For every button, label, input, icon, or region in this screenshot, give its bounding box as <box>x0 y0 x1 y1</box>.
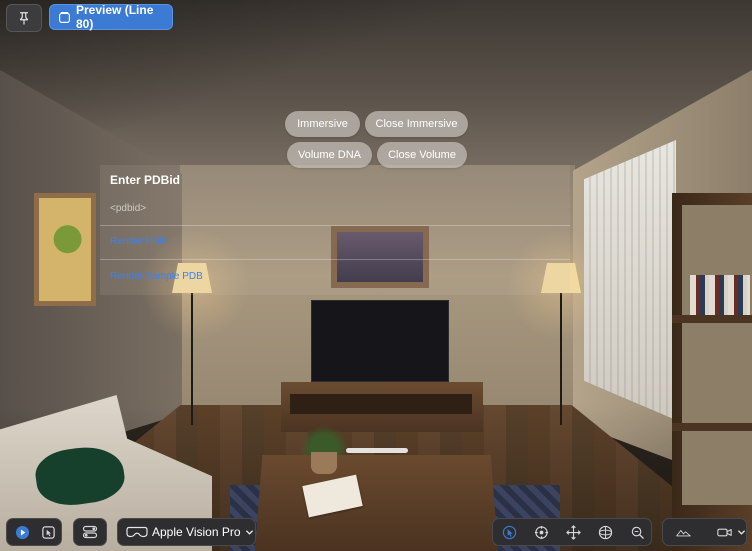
render-sample-pdb-button[interactable]: Render Sample PDB <box>110 271 203 282</box>
floor-lamp-left-pole <box>191 293 193 425</box>
move-arrows-icon <box>565 524 581 540</box>
selectable-mode-button[interactable] <box>35 520 61 544</box>
mountains-icon <box>675 529 691 536</box>
coffee-table <box>255 455 498 551</box>
orbit-globe-icon <box>598 525 612 539</box>
pin-button[interactable] <box>6 4 42 32</box>
plant-pot <box>311 452 337 474</box>
toggle-switches-icon <box>82 525 98 539</box>
preview-label: Preview (Line 80) <box>76 3 154 31</box>
select-pointer-icon <box>41 525 55 539</box>
divider <box>100 225 570 226</box>
close-immersive-button[interactable]: Close Immersive <box>365 111 468 137</box>
hand-pointer-icon <box>502 525 516 539</box>
video-camera-icon <box>716 528 732 536</box>
camera-button[interactable] <box>711 520 737 544</box>
pin-icon <box>19 12 29 25</box>
run-mode-group <box>6 518 62 546</box>
close-volume-label: Close Volume <box>388 149 456 161</box>
pdb-panel-title: Enter PDBid <box>110 173 181 187</box>
play-circle-icon <box>15 525 29 539</box>
close-immersive-label: Close Immersive <box>375 118 458 130</box>
device-label: Apple Vision Pro <box>152 525 241 539</box>
preview-button[interactable]: Preview (Line 80) <box>49 3 173 31</box>
television <box>312 301 448 381</box>
bookshelf-back <box>682 205 752 505</box>
tap-tool-button[interactable] <box>528 520 554 544</box>
curtain <box>584 140 676 420</box>
bookshelf-board <box>672 423 752 431</box>
tv-stand-shelf <box>290 394 472 414</box>
magnifier-zoom-icon <box>631 526 644 539</box>
volume-dna-label: Volume DNA <box>298 149 361 161</box>
device-selector[interactable]: Apple Vision Pro <box>117 518 256 546</box>
variants-button[interactable] <box>73 518 107 546</box>
move-tool-button[interactable] <box>560 520 586 544</box>
bookshelf-board <box>672 315 752 323</box>
orbit-tool-button[interactable] <box>592 520 618 544</box>
live-mode-button[interactable] <box>9 520 35 544</box>
floor-lamp-right-pole <box>560 293 562 425</box>
plant <box>300 425 348 455</box>
plant-artwork <box>39 198 91 301</box>
render-pdb-button[interactable]: Render PDB <box>110 236 166 247</box>
immersive-button[interactable]: Immersive <box>285 111 360 137</box>
divider <box>100 259 570 260</box>
chevron-down-icon <box>738 529 745 535</box>
interact-tool-button[interactable] <box>496 520 522 544</box>
environment-camera-group <box>662 518 747 546</box>
chevron-down-icon <box>245 529 253 535</box>
books <box>690 275 750 315</box>
immersive-label: Immersive <box>297 118 348 130</box>
vision-pro-headset-icon <box>126 526 148 538</box>
environment-button[interactable] <box>669 520 697 544</box>
pdbid-input[interactable]: <pdbid> <box>110 203 146 214</box>
canvas-tools-group <box>492 518 652 546</box>
window-grab-bar[interactable] <box>346 448 408 453</box>
crosshair-icon <box>534 525 548 539</box>
preview-icon <box>59 11 70 23</box>
zoom-tool-button[interactable] <box>624 520 650 544</box>
